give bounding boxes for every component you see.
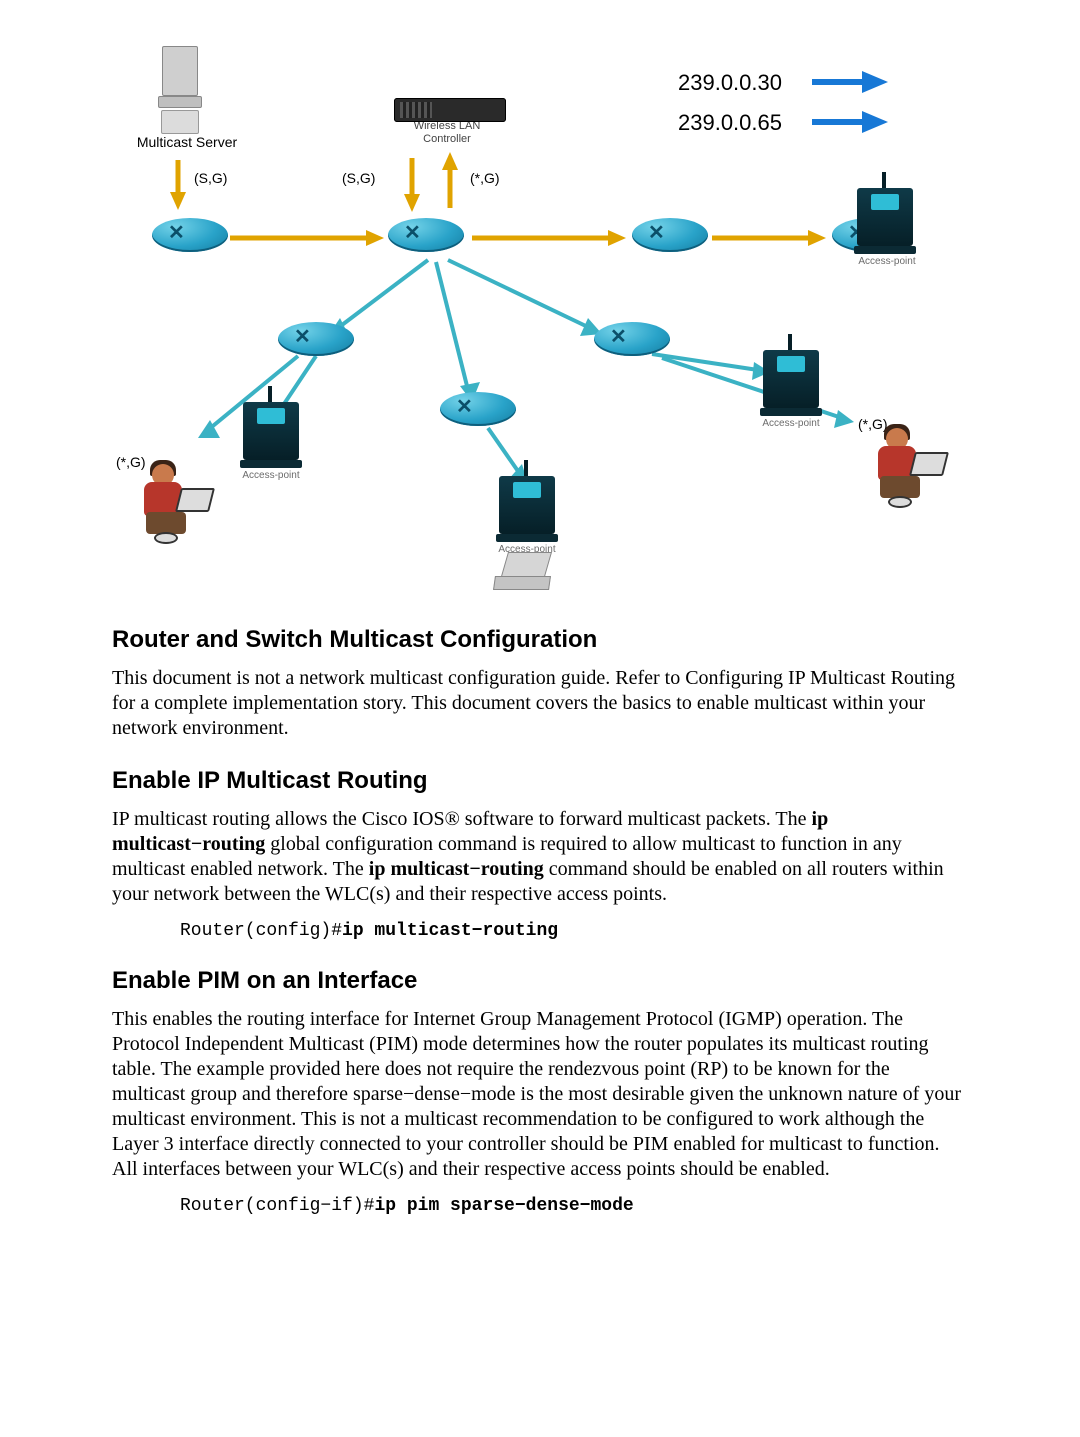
user-right	[872, 428, 944, 508]
section-heading-router-switch: Router and Switch Multicast Configuratio…	[112, 626, 968, 654]
mcast-addr-1: 239.0.0.30	[678, 70, 782, 95]
laptop-icon	[494, 552, 552, 590]
code-ip-multicast-routing: Router(config)#ip multicast−routing	[180, 921, 968, 941]
ap-label-2: Access-point	[234, 470, 308, 548]
section3-paragraph: This enables the routing interface for I…	[112, 1007, 968, 1182]
router-7: x	[594, 322, 670, 364]
router-3: x	[632, 218, 708, 260]
user-left	[138, 464, 210, 544]
section-heading-enable-pim: Enable PIM on an Interface	[112, 967, 968, 995]
wlc-label: Wireless LANController	[392, 120, 502, 145]
server-label: Multicast Server	[132, 134, 242, 150]
sg-label-2: (S,G)	[342, 170, 375, 186]
star-g-top: (*,G)	[470, 170, 500, 186]
router-2: x	[388, 218, 464, 260]
router-1: x	[152, 218, 228, 260]
wireless-lan-controller	[394, 98, 506, 122]
access-point-4	[760, 336, 822, 414]
router-6: x	[440, 392, 516, 434]
access-point-2	[240, 388, 302, 466]
section1-paragraph: This document is not a network multicast…	[112, 666, 968, 741]
section-heading-enable-ip-multicast: Enable IP Multicast Routing	[112, 767, 968, 795]
ap-label-4: Access-point	[754, 418, 828, 496]
code-ip-pim: Router(config−if)#ip pim sparse−dense−mo…	[180, 1196, 968, 1216]
section2-paragraph: IP multicast routing allows the Cisco IO…	[112, 807, 968, 907]
mcast-addr-2: 239.0.0.65	[678, 110, 782, 135]
ap-label-1: Access-point	[852, 256, 922, 334]
sg-label-1: (S,G)	[194, 170, 227, 186]
access-point-3	[496, 462, 558, 540]
multicast-server	[158, 46, 200, 132]
access-point-1	[854, 174, 916, 252]
router-5: x	[278, 322, 354, 364]
network-diagram: Multicast Server Wireless LANController …	[112, 40, 968, 600]
